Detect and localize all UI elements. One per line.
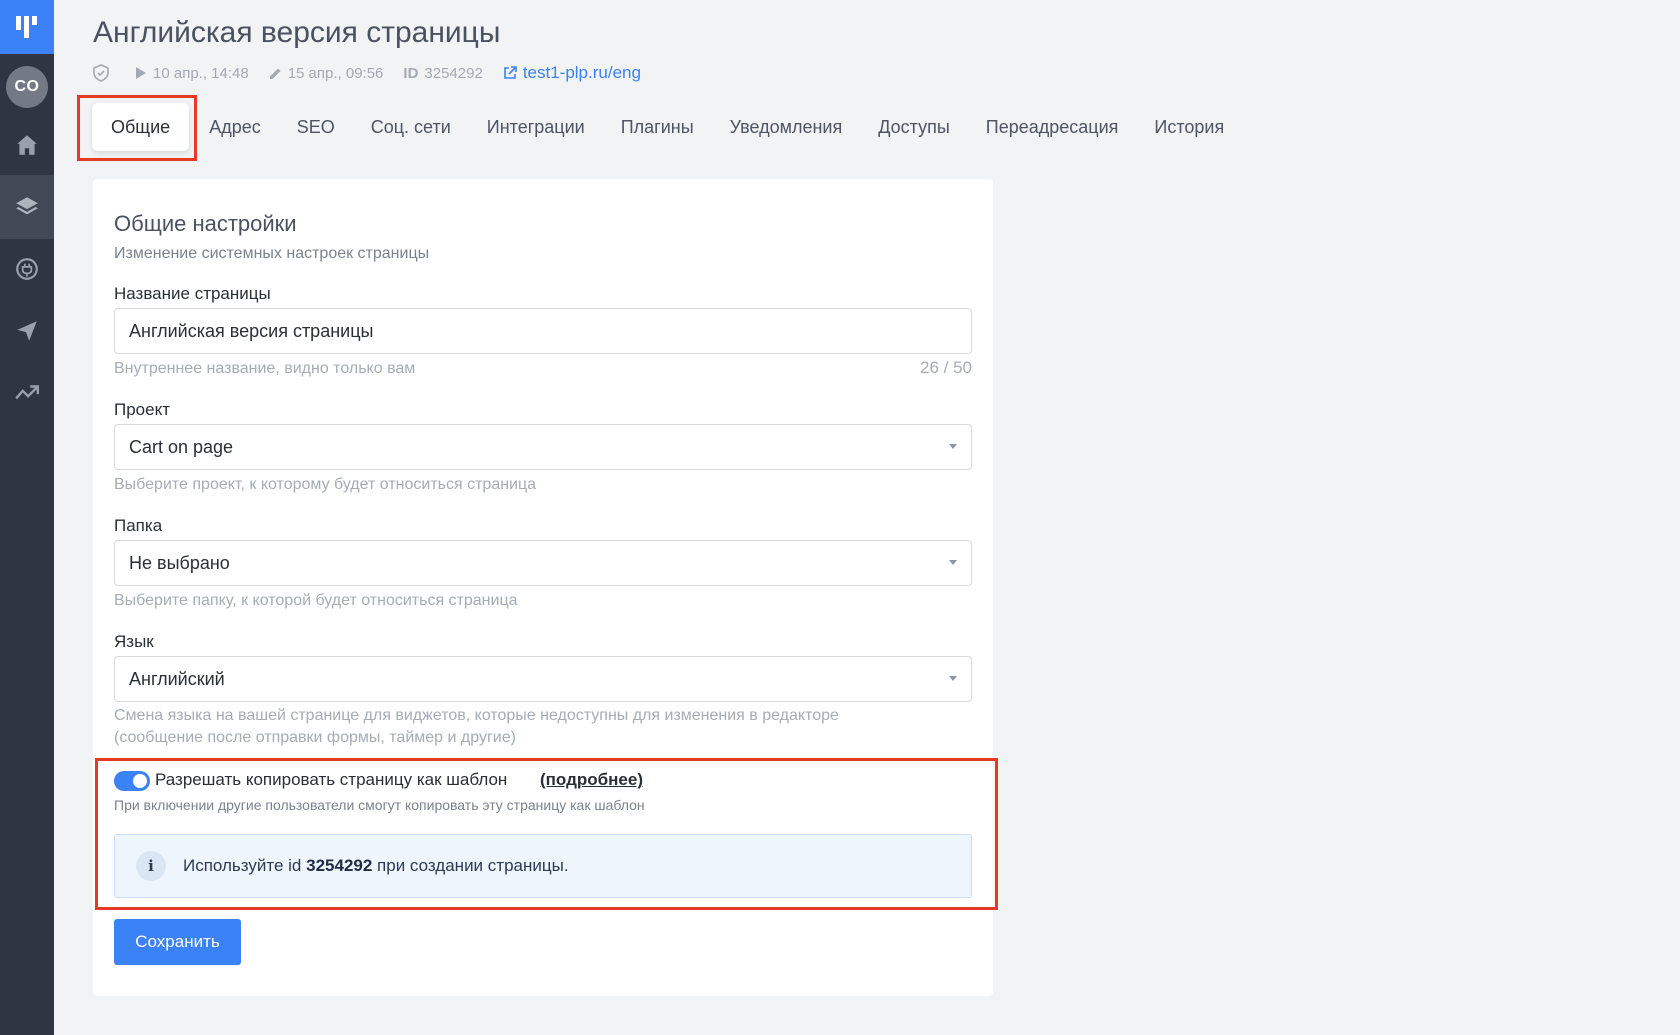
template-toggle-label: Разрешать копировать страницу как шаблон <box>155 770 508 789</box>
published-date: 10 апр., 14:48 <box>135 65 249 82</box>
tab-seo[interactable]: SEO <box>279 103 353 151</box>
save-button[interactable]: Сохранить <box>114 919 241 965</box>
tabs: Общие Адрес SEO Соц. сети Интеграции Пла… <box>77 95 1242 159</box>
edited-date: 15 апр., 09:56 <box>269 65 383 82</box>
sidebar-item-mailing[interactable] <box>0 299 54 363</box>
page-meta: 10 апр., 14:48 15 апр., 09:56 ID 3254292… <box>93 60 641 86</box>
page-title: Английская версия страницы <box>93 16 501 49</box>
page-url-link[interactable]: test1-plp.ru/eng <box>503 63 641 83</box>
pencil-icon <box>269 68 281 79</box>
page-name-counter: 26 / 50 <box>920 358 972 377</box>
tab-notifications[interactable]: Уведомления <box>712 103 861 151</box>
page-name-hint: Внутреннее название, видно только вам <box>114 360 416 377</box>
avatar[interactable]: CO <box>6 66 48 108</box>
tab-redirect[interactable]: Переадресация <box>968 103 1137 151</box>
page-name-label: Название страницы <box>114 284 271 303</box>
page-name-input[interactable]: Английская версия страницы <box>114 308 972 354</box>
project-select[interactable]: Cart on page <box>114 424 972 470</box>
sidebar-item-analytics[interactable] <box>0 361 54 425</box>
analytics-icon <box>15 385 40 400</box>
home-icon <box>17 135 37 155</box>
chevron-down-icon <box>949 560 957 565</box>
logo-icon[interactable] <box>0 0 54 54</box>
plug-icon <box>16 258 38 280</box>
chevron-down-icon <box>949 676 957 681</box>
tab-history[interactable]: История <box>1136 103 1242 151</box>
project-label: Проект <box>114 400 170 419</box>
tab-integrations[interactable]: Интеграции <box>469 103 603 151</box>
page-id: ID 3254292 <box>403 64 483 82</box>
layers-icon <box>16 197 38 215</box>
sidebar-item-pages[interactable] <box>0 175 54 239</box>
section-title: Общие настройки <box>114 211 297 236</box>
tab-plugins[interactable]: Плагины <box>603 103 712 151</box>
tab-access[interactable]: Доступы <box>860 103 968 151</box>
language-select[interactable]: Английский <box>114 656 972 702</box>
template-info-text: Используйте id 3254292 при создании стра… <box>183 856 569 875</box>
info-icon: i <box>136 851 166 881</box>
tab-address[interactable]: Адрес <box>191 103 279 151</box>
folder-label: Папка <box>114 516 163 535</box>
template-toggle-hint: При включении другие пользователи смогут… <box>114 797 645 813</box>
external-link-icon <box>504 66 517 79</box>
send-icon <box>17 321 37 341</box>
folder-hint: Выберите папку, к которой будет относить… <box>114 592 518 609</box>
project-hint: Выберите проект, к которому будет относи… <box>114 476 537 493</box>
chevron-down-icon <box>949 444 957 449</box>
play-icon <box>136 67 146 79</box>
template-info-box: i Используйте id 3254292 при создании ст… <box>114 834 972 898</box>
language-label: Язык <box>114 632 154 651</box>
template-toggle[interactable] <box>114 771 150 791</box>
shield-icon <box>93 64 115 82</box>
tab-social[interactable]: Соц. сети <box>353 103 469 151</box>
sidebar-item-home[interactable] <box>0 113 54 177</box>
folder-select[interactable]: Не выбрано <box>114 540 972 586</box>
section-subtitle: Изменение системных настроек страницы <box>114 245 430 262</box>
sidebar-item-integrations[interactable] <box>0 237 54 301</box>
tab-general[interactable]: Общие <box>92 103 190 151</box>
language-hint: Смена языка на вашей странице для виджет… <box>114 707 839 746</box>
more-info-link[interactable]: (подробнее) <box>540 770 643 790</box>
sidebar: CO <box>0 0 54 1035</box>
